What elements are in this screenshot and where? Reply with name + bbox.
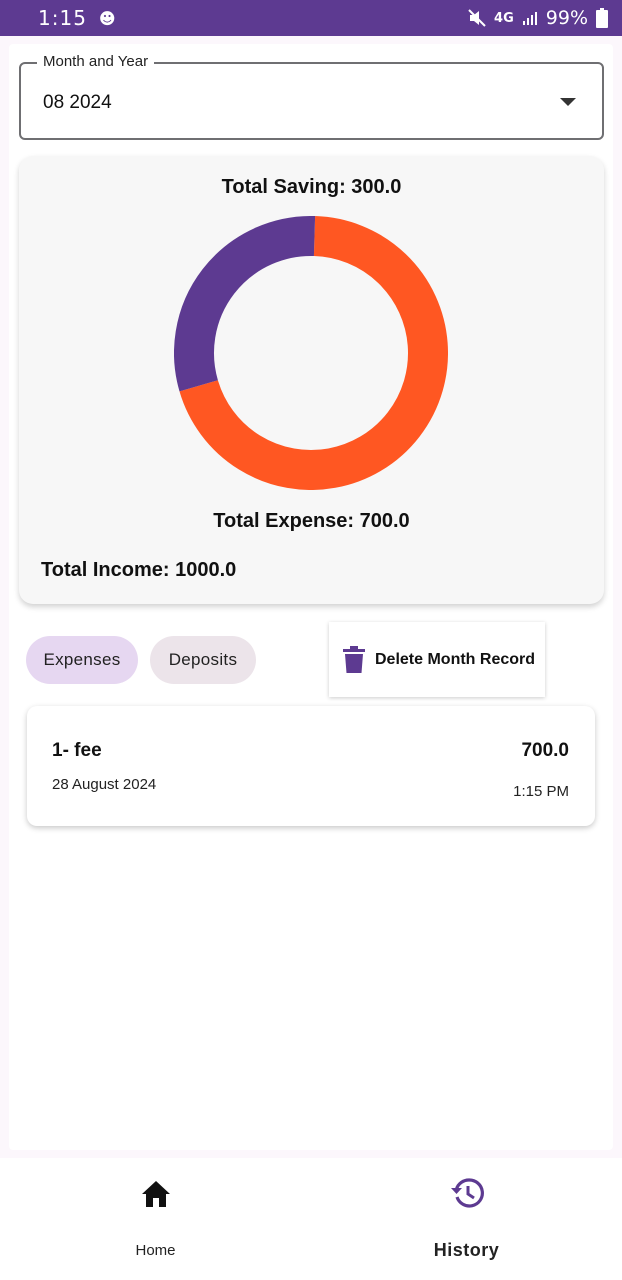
total-income-text: Total Income: 1000.0 — [41, 559, 237, 581]
history-icon — [450, 1178, 484, 1208]
status-bar: 1:15 ☻ 4G 99% — [0, 0, 622, 36]
nav-history-label: History — [433, 1240, 500, 1260]
deposits-filter-chip[interactable]: Deposits — [150, 636, 256, 684]
dropdown-arrow-icon[interactable] — [560, 98, 576, 106]
summary-card: Total Saving: 300.0 Total Expense: 700.0… — [19, 156, 604, 604]
main-content: Month and Year 08 2024 Total Saving: 300… — [9, 44, 613, 1150]
dropdown-label: Month and Year — [37, 53, 155, 70]
record-amount: 700.0 — [521, 740, 569, 761]
record-card[interactable]: 1- fee 28 August 2024 700.0 1:15 PM — [27, 706, 595, 826]
nav-home-label: Home — [135, 1242, 176, 1259]
app-notification-icon: ☻ — [98, 8, 116, 28]
dropdown-value: 08 2024 — [43, 92, 112, 113]
status-time: 1:15 — [38, 6, 87, 30]
delete-button-label: Delete Month Record — [375, 650, 536, 668]
month-year-dropdown[interactable]: Month and Year 08 2024 — [19, 53, 604, 140]
signal-icon — [522, 12, 537, 25]
home-icon — [141, 1181, 170, 1207]
record-time: 1:15 PM — [513, 783, 569, 800]
delete-month-record-button[interactable]: Delete Month Record — [329, 622, 545, 697]
expenses-filter-chip[interactable]: Expenses — [26, 636, 138, 684]
bottom-navigation: Home History — [0, 1158, 622, 1280]
donut-slice-saving — [174, 216, 316, 392]
total-expense-text: Total Expense: 700.0 — [213, 510, 410, 532]
record-date: 28 August 2024 — [52, 776, 157, 793]
nav-home[interactable]: Home — [0, 1158, 311, 1280]
donut-chart — [174, 216, 448, 490]
nav-history[interactable]: History — [311, 1158, 622, 1280]
battery-text: 99% — [545, 7, 588, 29]
battery-icon — [596, 8, 608, 28]
total-saving-text: Total Saving: 300.0 — [221, 176, 402, 198]
status-indicators: 4G 99% — [468, 7, 608, 29]
record-title: 1- fee — [52, 740, 102, 761]
mute-icon — [468, 9, 486, 27]
network-icon: 4G — [494, 10, 514, 26]
trash-icon — [343, 645, 365, 673]
